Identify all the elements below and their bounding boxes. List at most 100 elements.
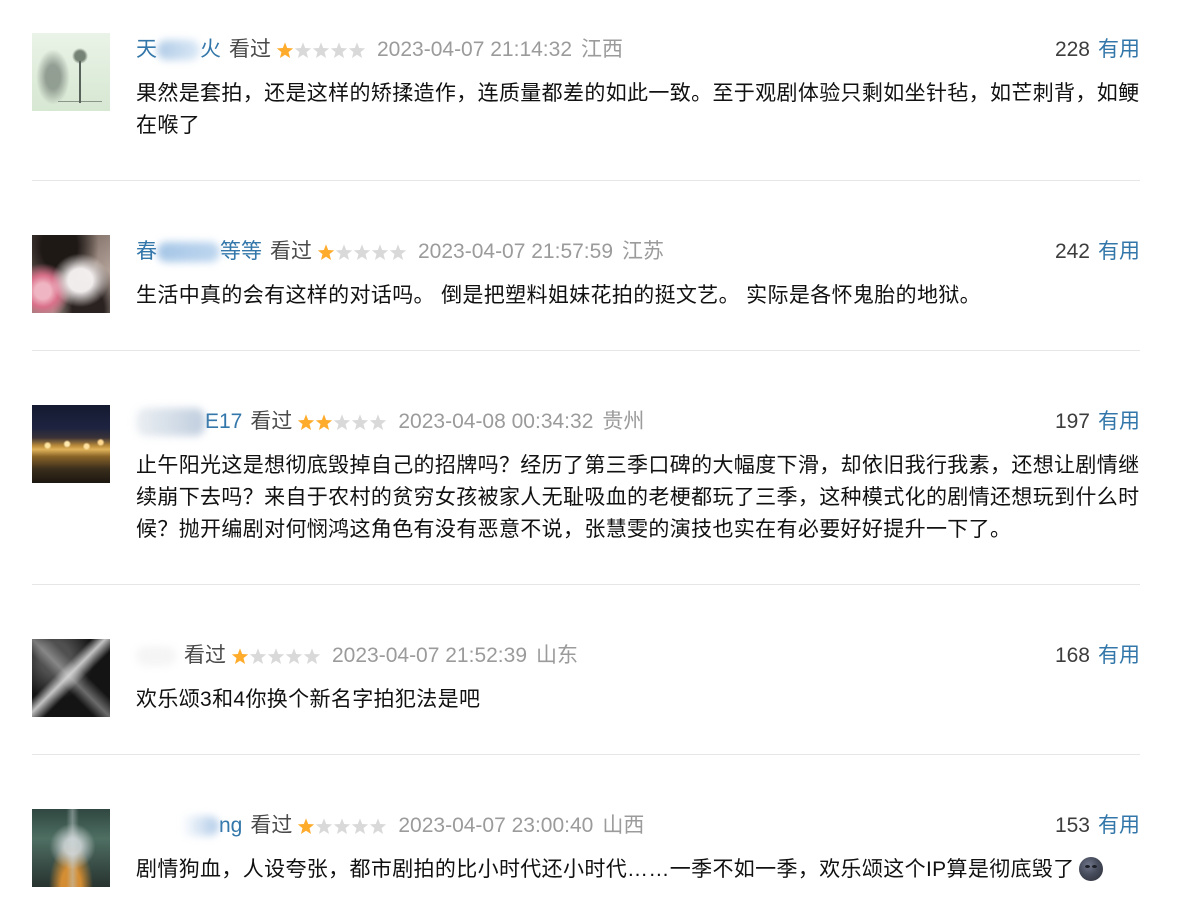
comment-time: 2023-04-07 21:14:32 (377, 38, 572, 61)
watch-status: 看过 (270, 240, 312, 263)
username-text: ng (219, 814, 243, 837)
comment-location: 江苏 (622, 240, 664, 263)
comment-text: 生活中真的会有这样的对话吗。 倒是把塑料姐妹花拍的挺文艺。 实际是各怀鬼胎的地狱… (136, 284, 982, 307)
watch-status: 看过 (250, 814, 293, 837)
username-text: 天 (136, 38, 157, 61)
star-filled-icon (297, 817, 315, 835)
star-empty-icon (348, 41, 366, 59)
star-empty-icon (294, 41, 312, 59)
comment-text: 果然是套拍，还是这样的矫揉造作，连质量都差的如此一致。至于观剧体验只剩如坐针毡，… (136, 82, 1140, 137)
avatar[interactable] (32, 639, 110, 717)
comment-item: ng 看过 2023-04-07 23:00:40 山西 153 有用 剧情狗血… (32, 809, 1140, 887)
useful-count: 168 (1054, 644, 1090, 667)
star-empty-icon (369, 413, 387, 431)
comment-header: ng 看过 2023-04-07 23:00:40 山西 (136, 809, 1140, 843)
username-text: 火 (200, 38, 221, 61)
username-link[interactable]: ng (136, 809, 242, 843)
username-link[interactable]: 春 等等 (136, 235, 262, 269)
star-filled-icon (276, 41, 294, 59)
comment-location: 贵州 (602, 410, 645, 433)
comment-time: 2023-04-07 21:52:39 (332, 644, 527, 667)
useful-button[interactable]: 有用 (1098, 639, 1140, 673)
comment-text-body: 剧情狗血，人设夸张，都市剧拍的比小时代还小时代……一季不如一季，欢乐颂这个IP算… (136, 858, 1075, 881)
username-blur-mask (157, 242, 220, 262)
comment-text: 欢乐颂3和4你换个新名字拍犯法是吧 (136, 688, 481, 711)
star-empty-icon (335, 243, 353, 261)
star-empty-icon (333, 413, 351, 431)
username-link[interactable]: E17 (136, 405, 242, 439)
watch-status: 看过 (250, 410, 293, 433)
useful-vote: 228 有用 (1055, 33, 1140, 67)
username-text: 春 (136, 240, 157, 263)
useful-button[interactable]: 有用 (1098, 405, 1140, 439)
useful-button[interactable]: 有用 (1098, 235, 1140, 269)
useful-vote: 197 有用 (1055, 405, 1140, 439)
username-link[interactable] (136, 646, 176, 666)
comment-time: 2023-04-07 23:00:40 (398, 814, 594, 837)
divider (32, 350, 1140, 351)
comment-time: 2023-04-07 21:57:59 (418, 240, 613, 263)
star-filled-icon (297, 413, 315, 431)
star-empty-icon (330, 41, 348, 59)
comment-item: 天 火 看过 2023-04-07 21:14:32 江西 228 有用 果然是… (32, 33, 1140, 180)
useful-button[interactable]: 有用 (1098, 33, 1140, 67)
username-blur-mask (136, 816, 219, 836)
star-empty-icon (303, 647, 321, 665)
useful-button[interactable]: 有用 (1098, 809, 1140, 843)
useful-vote: 242 有用 (1055, 235, 1140, 269)
comment-item: 看过 2023-04-07 21:52:39 山东 168 有用 欢乐颂3和4你… (32, 639, 1140, 754)
rating-stars (317, 243, 407, 261)
star-empty-icon (389, 243, 407, 261)
comment-item: 春 等等 看过 2023-04-07 21:57:59 江苏 242 有用 生活… (32, 235, 1140, 350)
username-text: E17 (205, 410, 243, 433)
star-empty-icon (369, 817, 387, 835)
comment-location: 江西 (581, 38, 623, 61)
useful-vote: 168 有用 (1055, 639, 1140, 673)
comment-header: 天 火 看过 2023-04-07 21:14:32 江西 (136, 33, 1140, 67)
star-empty-icon (249, 647, 267, 665)
comment-item: E17 看过 2023-04-08 00:34:32 贵州 197 有用 止午阳… (32, 405, 1140, 584)
divider (32, 180, 1140, 181)
comment-location: 山东 (536, 644, 578, 667)
star-empty-icon (285, 647, 303, 665)
star-empty-icon (371, 243, 389, 261)
avatar[interactable] (32, 33, 110, 111)
comment-text: 止午阳光这是想彻底毁掉自己的招牌吗？经历了第三季口碑的大幅度下滑，却依旧我行我素… (136, 454, 1140, 541)
divider (32, 584, 1140, 585)
star-empty-icon (351, 817, 369, 835)
star-empty-icon (333, 817, 351, 835)
comment-header: E17 看过 2023-04-08 00:34:32 贵州 (136, 405, 1140, 439)
useful-count: 242 (1054, 240, 1090, 263)
username-blur-mask (136, 646, 176, 666)
useful-count: 153 (1054, 814, 1090, 837)
rating-stars (231, 647, 321, 665)
rating-stars (297, 413, 387, 431)
username-text: 等等 (220, 240, 262, 263)
comment-time: 2023-04-08 00:34:32 (398, 410, 594, 433)
avatar[interactable] (32, 405, 110, 483)
username-blur-mask (157, 40, 200, 60)
star-empty-icon (315, 817, 333, 835)
star-empty-icon (353, 243, 371, 261)
comment-header: 看过 2023-04-07 21:52:39 山东 (136, 639, 1140, 673)
useful-count: 228 (1054, 38, 1090, 61)
rating-stars (297, 817, 387, 835)
star-filled-icon (315, 413, 333, 431)
watch-status: 看过 (229, 38, 271, 61)
avatar[interactable] (32, 809, 110, 887)
divider (32, 754, 1140, 755)
star-empty-icon (351, 413, 369, 431)
comment-text: 剧情狗血，人设夸张，都市剧拍的比小时代还小时代……一季不如一季，欢乐颂这个IP算… (136, 854, 1144, 886)
star-empty-icon (312, 41, 330, 59)
username-link[interactable]: 天 火 (136, 33, 221, 67)
new-moon-face-icon (1078, 857, 1103, 881)
star-filled-icon (317, 243, 335, 261)
avatar[interactable] (32, 235, 110, 313)
rating-stars (276, 41, 366, 59)
comment-header: 春 等等 看过 2023-04-07 21:57:59 江苏 (136, 235, 1140, 269)
comment-list: 天 火 看过 2023-04-07 21:14:32 江西 228 有用 果然是… (32, 33, 1140, 887)
useful-vote: 153 有用 (1055, 809, 1140, 843)
useful-count: 197 (1054, 410, 1090, 433)
star-filled-icon (231, 647, 249, 665)
comment-location: 山西 (602, 814, 645, 837)
